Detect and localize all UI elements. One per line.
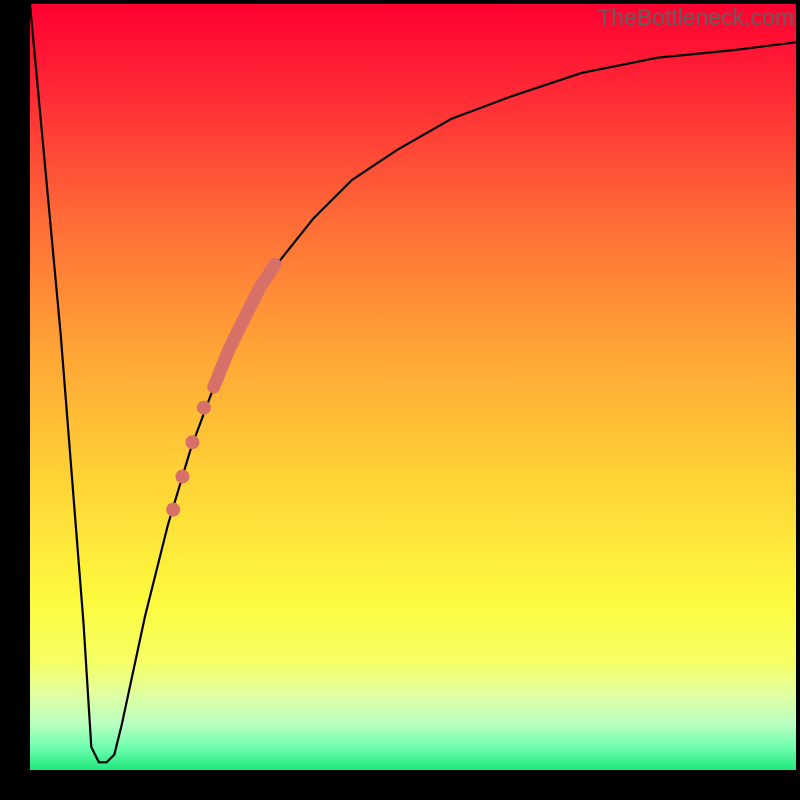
plot-area (30, 4, 796, 770)
bottleneck-curve (30, 4, 796, 770)
watermark-text: TheBottleneck.com (597, 4, 794, 31)
chart-frame: TheBottleneck.com (0, 0, 800, 800)
